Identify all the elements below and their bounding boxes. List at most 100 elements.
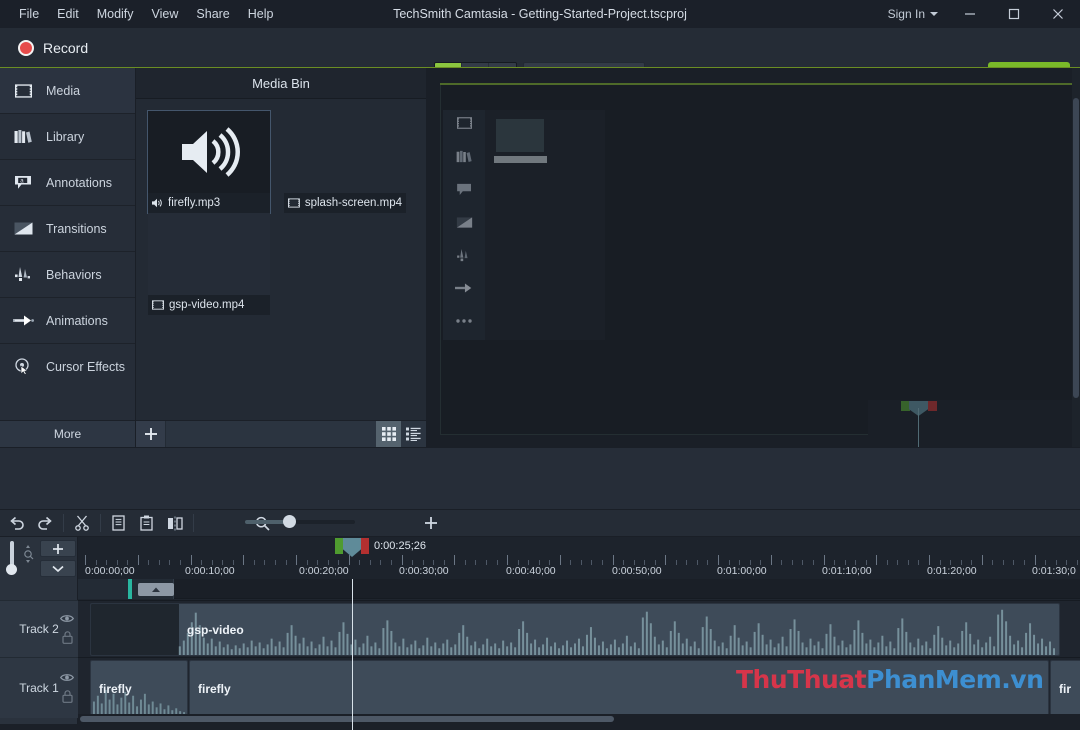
add-track-button[interactable]	[40, 540, 76, 557]
ruler-tick-label: 0:00:30;00	[399, 565, 449, 577]
ruler-tick-label: 0:00:40;00	[506, 565, 556, 577]
media-bin-title: Media Bin	[136, 68, 426, 99]
track-lane-track1[interactable]: firefly firefly fir	[78, 657, 1080, 718]
redo-button[interactable]	[31, 510, 59, 537]
menu-modify[interactable]: Modify	[88, 3, 143, 25]
ruler-tick-label: 0:01:10;00	[822, 565, 872, 577]
sidebar-item-library[interactable]: Library	[0, 114, 135, 159]
lock-icon	[61, 631, 73, 644]
menu-view[interactable]: View	[143, 3, 188, 25]
ghost-timeline	[868, 400, 1080, 447]
split-icon	[168, 516, 183, 530]
ghost-playhead-red	[928, 401, 937, 411]
playhead-out-marker[interactable]	[361, 538, 369, 554]
menu-bar: File Edit Modify View Share Help	[0, 3, 282, 25]
minimize-icon	[965, 13, 975, 15]
media-item-name: firefly.mp3	[168, 197, 221, 209]
sidebar-label: Animations	[46, 313, 108, 328]
plus-icon	[425, 517, 437, 529]
menu-share[interactable]: Share	[187, 3, 238, 25]
ruler-tick-label: 0:00:00;00	[85, 565, 135, 577]
ruler-ticks	[78, 555, 1080, 565]
books-icon	[12, 129, 34, 144]
sidebar-more-button[interactable]: More	[0, 420, 136, 447]
eye-icon	[60, 674, 74, 681]
sidebar-label: Cursor Effects	[46, 359, 125, 374]
toolbar-separator	[100, 514, 101, 532]
media-item-name: gsp-video.mp4	[169, 299, 245, 311]
close-icon	[1053, 9, 1063, 19]
timeline-zoom-knob[interactable]	[283, 515, 296, 528]
marker-row[interactable]	[78, 579, 1080, 599]
media-bin-footer	[136, 420, 426, 448]
minimize-button[interactable]	[948, 0, 992, 28]
marker-tick[interactable]	[128, 579, 132, 599]
ruler-tick-label: 0:01:00;00	[717, 565, 767, 577]
maximize-icon	[1008, 8, 1020, 20]
lock-icon	[61, 690, 73, 703]
preview-canvas[interactable]	[426, 68, 1080, 447]
track-header-column: Track 2 Track 1	[0, 537, 78, 730]
timeline-hscrollbar[interactable]	[78, 714, 1080, 724]
media-item-gsp-video[interactable]: gsp-video.mp4	[148, 213, 270, 315]
timeline-clip-gsp-video[interactable]: gsp-video	[90, 603, 1060, 656]
preview-scroll-thumb[interactable]	[1073, 98, 1079, 398]
sidebar-item-behaviors[interactable]: Behaviors	[0, 252, 135, 297]
sidebar-label: Media	[46, 83, 81, 98]
zoom-to-fit-icon	[22, 545, 35, 568]
left-sidebar: Media Library a Annotations Transitions	[0, 68, 136, 446]
timeline-tracks[interactable]: gsp-video firefly firefly fir	[78, 579, 1080, 730]
toolbar-separator	[63, 514, 64, 532]
sidebar-item-animations[interactable]: Animations	[0, 298, 135, 343]
preview-scrollbar[interactable]	[1072, 68, 1080, 447]
behaviors-icon	[12, 267, 34, 282]
sidebar-label: Behaviors	[46, 267, 102, 282]
track-label: Track 1	[19, 681, 59, 695]
media-item-firefly[interactable]: firefly.mp3	[147, 110, 271, 214]
record-icon	[18, 40, 34, 56]
timeline-clip-firefly-1[interactable]: firefly	[90, 660, 188, 717]
timeline-hscroll-thumb[interactable]	[80, 716, 614, 722]
track-toggles	[60, 673, 74, 703]
sidebar-item-media[interactable]: Media	[0, 68, 135, 113]
record-button[interactable]: Record	[8, 33, 98, 63]
menu-file[interactable]: File	[10, 3, 48, 25]
ghost-media-thumb	[496, 119, 544, 152]
sidebar-item-annotations[interactable]: a Annotations	[0, 160, 135, 205]
track-lane-track2[interactable]: gsp-video	[78, 600, 1080, 657]
grid-view-button[interactable]	[376, 420, 401, 448]
volume-knob[interactable]	[6, 564, 17, 575]
sidebar-item-transitions[interactable]: Transitions	[0, 206, 135, 251]
paste-button[interactable]	[133, 510, 161, 537]
timeline-ruler[interactable]: 0:00:00;00 0:00:10;00 0:00:20;00 0:00:30;00…	[78, 537, 1080, 579]
split-button[interactable]	[161, 510, 189, 537]
arrow-animation-icon	[12, 315, 34, 326]
timeline-clip-firefly-3[interactable]: fir	[1050, 660, 1080, 717]
timeline-clip-firefly-2[interactable]: firefly	[189, 660, 1049, 717]
playhead-in-marker[interactable]	[335, 538, 343, 554]
undo-button[interactable]	[3, 510, 31, 537]
marker-flag[interactable]	[138, 583, 174, 596]
sign-in-button[interactable]: Sign In	[878, 7, 948, 21]
close-button[interactable]	[1036, 0, 1080, 28]
copy-button[interactable]	[105, 510, 133, 537]
title-bar: File Edit Modify View Share Help TechSmi…	[0, 0, 1080, 28]
track-header-track1[interactable]: Track 1	[0, 657, 78, 718]
menu-help[interactable]: Help	[239, 3, 283, 25]
chevron-down-icon	[52, 565, 64, 572]
redo-icon	[38, 516, 52, 530]
menu-edit[interactable]: Edit	[48, 3, 88, 25]
maximize-button[interactable]	[992, 0, 1036, 28]
chevron-down-icon	[930, 12, 938, 16]
media-thumbnail	[148, 111, 270, 193]
record-label: Record	[43, 40, 89, 56]
add-media-button[interactable]	[136, 420, 166, 448]
zoom-in-button[interactable]	[417, 510, 445, 537]
track-header-track2[interactable]: Track 2	[0, 600, 78, 657]
sidebar-label: Annotations	[46, 175, 113, 190]
collapse-tracks-button[interactable]	[40, 560, 76, 577]
list-view-button[interactable]	[401, 421, 426, 448]
sidebar-item-cursor-effects[interactable]: Cursor Effects	[0, 344, 135, 389]
media-item-splash-screen[interactable]: splash-screen.mp4	[284, 111, 406, 213]
cut-button[interactable]	[68, 510, 96, 537]
